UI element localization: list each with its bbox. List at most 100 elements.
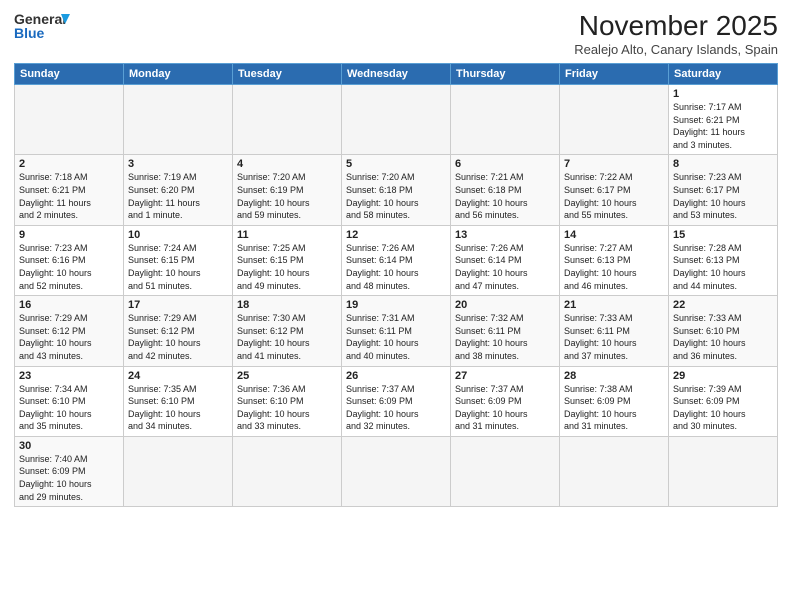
calendar-week-0: 1Sunrise: 7:17 AM Sunset: 6:21 PM Daylig… xyxy=(15,85,778,155)
table-row xyxy=(124,436,233,506)
table-row xyxy=(15,85,124,155)
table-row: 21Sunrise: 7:33 AM Sunset: 6:11 PM Dayli… xyxy=(560,296,669,366)
day-number: 16 xyxy=(19,299,119,311)
table-row: 30Sunrise: 7:40 AM Sunset: 6:09 PM Dayli… xyxy=(15,436,124,506)
table-row: 23Sunrise: 7:34 AM Sunset: 6:10 PM Dayli… xyxy=(15,366,124,436)
day-number: 20 xyxy=(455,299,555,311)
day-info: Sunrise: 7:30 AM Sunset: 6:12 PM Dayligh… xyxy=(237,312,337,362)
day-info: Sunrise: 7:20 AM Sunset: 6:19 PM Dayligh… xyxy=(237,171,337,221)
table-row: 8Sunrise: 7:23 AM Sunset: 6:17 PM Daylig… xyxy=(669,155,778,225)
title-block: November 2025 Realejo Alto, Canary Islan… xyxy=(574,10,778,57)
calendar-week-2: 9Sunrise: 7:23 AM Sunset: 6:16 PM Daylig… xyxy=(15,225,778,295)
table-row xyxy=(233,436,342,506)
day-number: 22 xyxy=(673,299,773,311)
table-row xyxy=(560,85,669,155)
day-info: Sunrise: 7:19 AM Sunset: 6:20 PM Dayligh… xyxy=(128,171,228,221)
table-row: 6Sunrise: 7:21 AM Sunset: 6:18 PM Daylig… xyxy=(451,155,560,225)
table-row: 5Sunrise: 7:20 AM Sunset: 6:18 PM Daylig… xyxy=(342,155,451,225)
day-number: 3 xyxy=(128,158,228,170)
day-number: 23 xyxy=(19,370,119,382)
day-info: Sunrise: 7:32 AM Sunset: 6:11 PM Dayligh… xyxy=(455,312,555,362)
table-row: 29Sunrise: 7:39 AM Sunset: 6:09 PM Dayli… xyxy=(669,366,778,436)
table-row xyxy=(560,436,669,506)
day-info: Sunrise: 7:28 AM Sunset: 6:13 PM Dayligh… xyxy=(673,242,773,292)
col-friday: Friday xyxy=(560,64,669,85)
table-row: 1Sunrise: 7:17 AM Sunset: 6:21 PM Daylig… xyxy=(669,85,778,155)
table-row: 11Sunrise: 7:25 AM Sunset: 6:15 PM Dayli… xyxy=(233,225,342,295)
day-number: 9 xyxy=(19,229,119,241)
day-number: 25 xyxy=(237,370,337,382)
table-row: 19Sunrise: 7:31 AM Sunset: 6:11 PM Dayli… xyxy=(342,296,451,366)
col-thursday: Thursday xyxy=(451,64,560,85)
table-row: 2Sunrise: 7:18 AM Sunset: 6:21 PM Daylig… xyxy=(15,155,124,225)
day-info: Sunrise: 7:36 AM Sunset: 6:10 PM Dayligh… xyxy=(237,383,337,433)
day-number: 2 xyxy=(19,158,119,170)
table-row: 27Sunrise: 7:37 AM Sunset: 6:09 PM Dayli… xyxy=(451,366,560,436)
table-row xyxy=(669,436,778,506)
day-info: Sunrise: 7:37 AM Sunset: 6:09 PM Dayligh… xyxy=(455,383,555,433)
day-info: Sunrise: 7:26 AM Sunset: 6:14 PM Dayligh… xyxy=(455,242,555,292)
table-row xyxy=(342,85,451,155)
day-number: 29 xyxy=(673,370,773,382)
day-number: 5 xyxy=(346,158,446,170)
day-number: 13 xyxy=(455,229,555,241)
table-row xyxy=(342,436,451,506)
day-info: Sunrise: 7:17 AM Sunset: 6:21 PM Dayligh… xyxy=(673,101,773,151)
day-number: 17 xyxy=(128,299,228,311)
location: Realejo Alto, Canary Islands, Spain xyxy=(574,42,778,57)
day-number: 6 xyxy=(455,158,555,170)
day-info: Sunrise: 7:23 AM Sunset: 6:16 PM Dayligh… xyxy=(19,242,119,292)
col-saturday: Saturday xyxy=(669,64,778,85)
page: GeneralBlue November 2025 Realejo Alto, … xyxy=(0,0,792,612)
calendar-week-5: 30Sunrise: 7:40 AM Sunset: 6:09 PM Dayli… xyxy=(15,436,778,506)
col-wednesday: Wednesday xyxy=(342,64,451,85)
table-row: 13Sunrise: 7:26 AM Sunset: 6:14 PM Dayli… xyxy=(451,225,560,295)
table-row xyxy=(451,85,560,155)
day-info: Sunrise: 7:20 AM Sunset: 6:18 PM Dayligh… xyxy=(346,171,446,221)
day-info: Sunrise: 7:33 AM Sunset: 6:10 PM Dayligh… xyxy=(673,312,773,362)
day-info: Sunrise: 7:29 AM Sunset: 6:12 PM Dayligh… xyxy=(19,312,119,362)
day-info: Sunrise: 7:38 AM Sunset: 6:09 PM Dayligh… xyxy=(564,383,664,433)
table-row: 10Sunrise: 7:24 AM Sunset: 6:15 PM Dayli… xyxy=(124,225,233,295)
day-info: Sunrise: 7:31 AM Sunset: 6:11 PM Dayligh… xyxy=(346,312,446,362)
day-number: 11 xyxy=(237,229,337,241)
calendar-week-1: 2Sunrise: 7:18 AM Sunset: 6:21 PM Daylig… xyxy=(15,155,778,225)
table-row: 18Sunrise: 7:30 AM Sunset: 6:12 PM Dayli… xyxy=(233,296,342,366)
table-row: 12Sunrise: 7:26 AM Sunset: 6:14 PM Dayli… xyxy=(342,225,451,295)
day-number: 24 xyxy=(128,370,228,382)
day-info: Sunrise: 7:34 AM Sunset: 6:10 PM Dayligh… xyxy=(19,383,119,433)
table-row: 20Sunrise: 7:32 AM Sunset: 6:11 PM Dayli… xyxy=(451,296,560,366)
day-number: 30 xyxy=(19,440,119,452)
col-tuesday: Tuesday xyxy=(233,64,342,85)
day-number: 27 xyxy=(455,370,555,382)
day-number: 10 xyxy=(128,229,228,241)
day-info: Sunrise: 7:22 AM Sunset: 6:17 PM Dayligh… xyxy=(564,171,664,221)
table-row: 17Sunrise: 7:29 AM Sunset: 6:12 PM Dayli… xyxy=(124,296,233,366)
calendar: Sunday Monday Tuesday Wednesday Thursday… xyxy=(14,63,778,507)
day-info: Sunrise: 7:33 AM Sunset: 6:11 PM Dayligh… xyxy=(564,312,664,362)
day-info: Sunrise: 7:18 AM Sunset: 6:21 PM Dayligh… xyxy=(19,171,119,221)
col-sunday: Sunday xyxy=(15,64,124,85)
day-info: Sunrise: 7:35 AM Sunset: 6:10 PM Dayligh… xyxy=(128,383,228,433)
day-number: 15 xyxy=(673,229,773,241)
day-info: Sunrise: 7:40 AM Sunset: 6:09 PM Dayligh… xyxy=(19,453,119,503)
table-row: 3Sunrise: 7:19 AM Sunset: 6:20 PM Daylig… xyxy=(124,155,233,225)
table-row: 15Sunrise: 7:28 AM Sunset: 6:13 PM Dayli… xyxy=(669,225,778,295)
table-row: 28Sunrise: 7:38 AM Sunset: 6:09 PM Dayli… xyxy=(560,366,669,436)
table-row: 25Sunrise: 7:36 AM Sunset: 6:10 PM Dayli… xyxy=(233,366,342,436)
table-row: 14Sunrise: 7:27 AM Sunset: 6:13 PM Dayli… xyxy=(560,225,669,295)
table-row xyxy=(233,85,342,155)
calendar-week-3: 16Sunrise: 7:29 AM Sunset: 6:12 PM Dayli… xyxy=(15,296,778,366)
day-info: Sunrise: 7:23 AM Sunset: 6:17 PM Dayligh… xyxy=(673,171,773,221)
table-row: 9Sunrise: 7:23 AM Sunset: 6:16 PM Daylig… xyxy=(15,225,124,295)
day-number: 12 xyxy=(346,229,446,241)
day-number: 1 xyxy=(673,88,773,100)
day-info: Sunrise: 7:27 AM Sunset: 6:13 PM Dayligh… xyxy=(564,242,664,292)
header: GeneralBlue November 2025 Realejo Alto, … xyxy=(14,10,778,57)
table-row: 16Sunrise: 7:29 AM Sunset: 6:12 PM Dayli… xyxy=(15,296,124,366)
day-info: Sunrise: 7:25 AM Sunset: 6:15 PM Dayligh… xyxy=(237,242,337,292)
table-row: 22Sunrise: 7:33 AM Sunset: 6:10 PM Dayli… xyxy=(669,296,778,366)
day-info: Sunrise: 7:26 AM Sunset: 6:14 PM Dayligh… xyxy=(346,242,446,292)
col-monday: Monday xyxy=(124,64,233,85)
table-row: 24Sunrise: 7:35 AM Sunset: 6:10 PM Dayli… xyxy=(124,366,233,436)
